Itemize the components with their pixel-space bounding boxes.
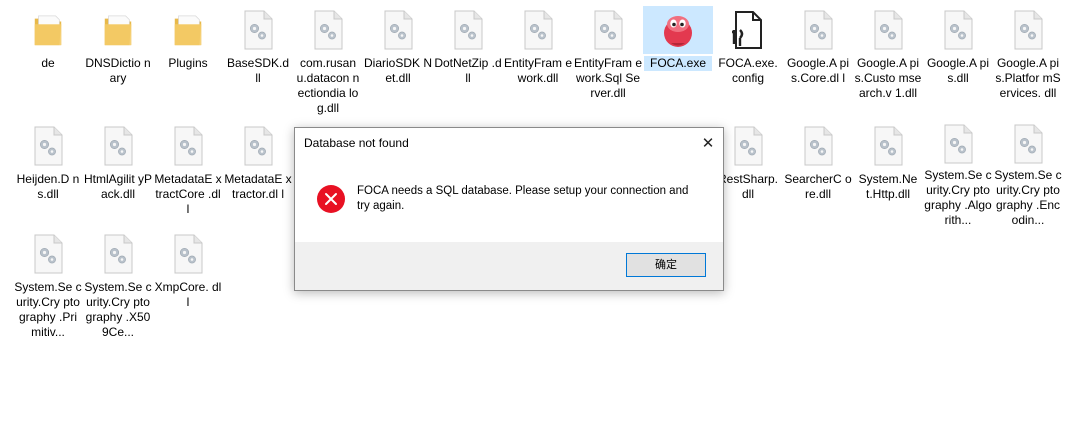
file-item[interactable]: FOCA.exe. config (713, 4, 783, 120)
file-item[interactable]: Google.A pis.Custo msearch.v 1.dll (853, 4, 923, 120)
database-not-found-dialog: Database not found ✕ FOCA needs a SQL da… (294, 127, 724, 291)
file-label: Heijden.D ns.dll (16, 172, 80, 201)
file-item[interactable]: Google.A pis.Core.dl l (783, 4, 853, 120)
file-label: Google.A pis.Core.dl l (786, 56, 850, 85)
folder-icon (83, 6, 153, 54)
dll-file-icon (153, 122, 223, 170)
file-item[interactable]: MetadataE xtractCore .dll (153, 120, 223, 228)
file-label: HtmlAgilit yPack.dll (84, 172, 153, 201)
file-label: System.Se curity.Cry ptography .Encodin.… (994, 168, 1062, 227)
file-item[interactable]: Google.A pis.dll (923, 4, 993, 120)
dll-file-icon (363, 6, 433, 54)
file-item[interactable]: System.Se curity.Cry ptography .X509Ce..… (83, 228, 153, 344)
dll-file-icon (293, 6, 363, 54)
error-icon (317, 185, 345, 213)
file-label: EntityFram ework.Sql Server.dll (574, 56, 643, 100)
file-row: de DNSDictio nary Plugins BaseSDK.d ll com.r… (13, 4, 1080, 120)
file-item[interactable]: System.Se curity.Cry ptography .Algorith… (923, 120, 993, 228)
dialog-message: FOCA needs a SQL database. Please setup … (357, 185, 689, 212)
file-item[interactable]: DNSDictio nary (83, 4, 153, 120)
dll-file-icon (923, 122, 993, 166)
file-label: EntityFram ework.dll (504, 56, 573, 85)
config-file-icon (713, 6, 783, 54)
file-item[interactable]: MetadataE xtractor.dl l (223, 120, 293, 228)
dialog-titlebar: Database not found ✕ (295, 128, 723, 158)
file-item[interactable]: XmpCore. dll (153, 228, 223, 344)
file-item[interactable]: FOCA.exe (643, 4, 713, 120)
dialog-title: Database not found (304, 136, 409, 150)
dialog-close-button[interactable]: ✕ (693, 128, 723, 158)
file-label: com.rusan u.datacon nectiondia log.dll (296, 56, 360, 115)
file-item[interactable]: Google.A pis.Platfor mServices. dll (993, 4, 1063, 120)
file-item[interactable]: EntityFram ework.Sql Server.dll (573, 4, 643, 120)
file-item[interactable]: System.Se curity.Cry ptography .Encodin.… (993, 120, 1063, 228)
dll-file-icon (223, 122, 293, 170)
dll-file-icon (13, 230, 83, 278)
file-label: System.Se curity.Cry ptography .X509Ce..… (84, 280, 152, 339)
dialog-body: FOCA needs a SQL database. Please setup … (295, 158, 723, 240)
file-label: System.Se curity.Cry ptography .Algorith… (924, 168, 992, 227)
file-item[interactable]: System.Ne t.Http.dll (853, 120, 923, 228)
file-label: Plugins (168, 56, 208, 70)
file-item[interactable]: DiarioSDK Net.dll (363, 4, 433, 120)
folder-icon (153, 6, 223, 54)
file-label: MetadataE xtractCore .dll (154, 172, 222, 216)
file-label: DotNetZip .dll (434, 56, 502, 85)
ok-button[interactable]: 确定 (626, 253, 706, 277)
file-item[interactable]: BaseSDK.d ll (223, 4, 293, 120)
dll-file-icon (433, 6, 503, 54)
file-label: MetadataE xtractor.dl l (224, 172, 292, 201)
file-label: Google.A pis.Custo msearch.v 1.dll (854, 56, 922, 100)
file-label: BaseSDK.d ll (226, 56, 290, 85)
dll-file-icon (223, 6, 293, 54)
dll-file-icon (83, 230, 153, 278)
file-label: Google.A pis.dll (926, 56, 990, 85)
file-item[interactable]: EntityFram ework.dll (503, 4, 573, 120)
folder-icon (13, 6, 83, 54)
close-icon: ✕ (701, 135, 715, 152)
dll-file-icon (83, 122, 153, 170)
file-label: DiarioSDK Net.dll (364, 56, 433, 85)
file-item[interactable]: DotNetZip .dll (433, 4, 503, 120)
dll-file-icon (503, 6, 573, 54)
dll-file-icon (783, 6, 853, 54)
file-label: System.Ne t.Http.dll (858, 172, 918, 201)
dialog-footer: 确定 (295, 242, 723, 290)
file-label: RestSharp. dll (717, 172, 779, 201)
file-label: System.Se curity.Cry ptography .Primitiv… (14, 280, 82, 339)
file-item[interactable]: com.rusan u.datacon nectiondia log.dll (293, 4, 363, 120)
dll-file-icon (993, 122, 1063, 166)
file-label: FOCA.exe (644, 56, 712, 71)
file-item[interactable]: de (13, 4, 83, 120)
dll-file-icon (993, 6, 1063, 54)
dll-file-icon (923, 6, 993, 54)
file-item[interactable]: System.Se curity.Cry ptography .Primitiv… (13, 228, 83, 344)
file-label: SearcherC ore.dll (784, 172, 852, 201)
file-item[interactable]: Plugins (153, 4, 223, 120)
file-label: DNSDictio nary (85, 56, 151, 85)
file-label: XmpCore. dll (154, 280, 222, 309)
dll-file-icon (13, 122, 83, 170)
ok-button-label: 确定 (655, 259, 677, 271)
file-label: Google.A pis.Platfor mServices. dll (995, 56, 1061, 100)
dll-file-icon (153, 230, 223, 278)
foca-app-icon (643, 6, 713, 54)
file-item[interactable]: SearcherC ore.dll (783, 120, 853, 228)
dll-file-icon (573, 6, 643, 54)
file-item[interactable]: Heijden.D ns.dll (13, 120, 83, 228)
dll-file-icon (853, 122, 923, 170)
dll-file-icon (783, 122, 853, 170)
file-item[interactable]: HtmlAgilit yPack.dll (83, 120, 153, 228)
dll-file-icon (853, 6, 923, 54)
file-label: de (41, 56, 55, 70)
file-label: FOCA.exe. config (718, 56, 778, 85)
